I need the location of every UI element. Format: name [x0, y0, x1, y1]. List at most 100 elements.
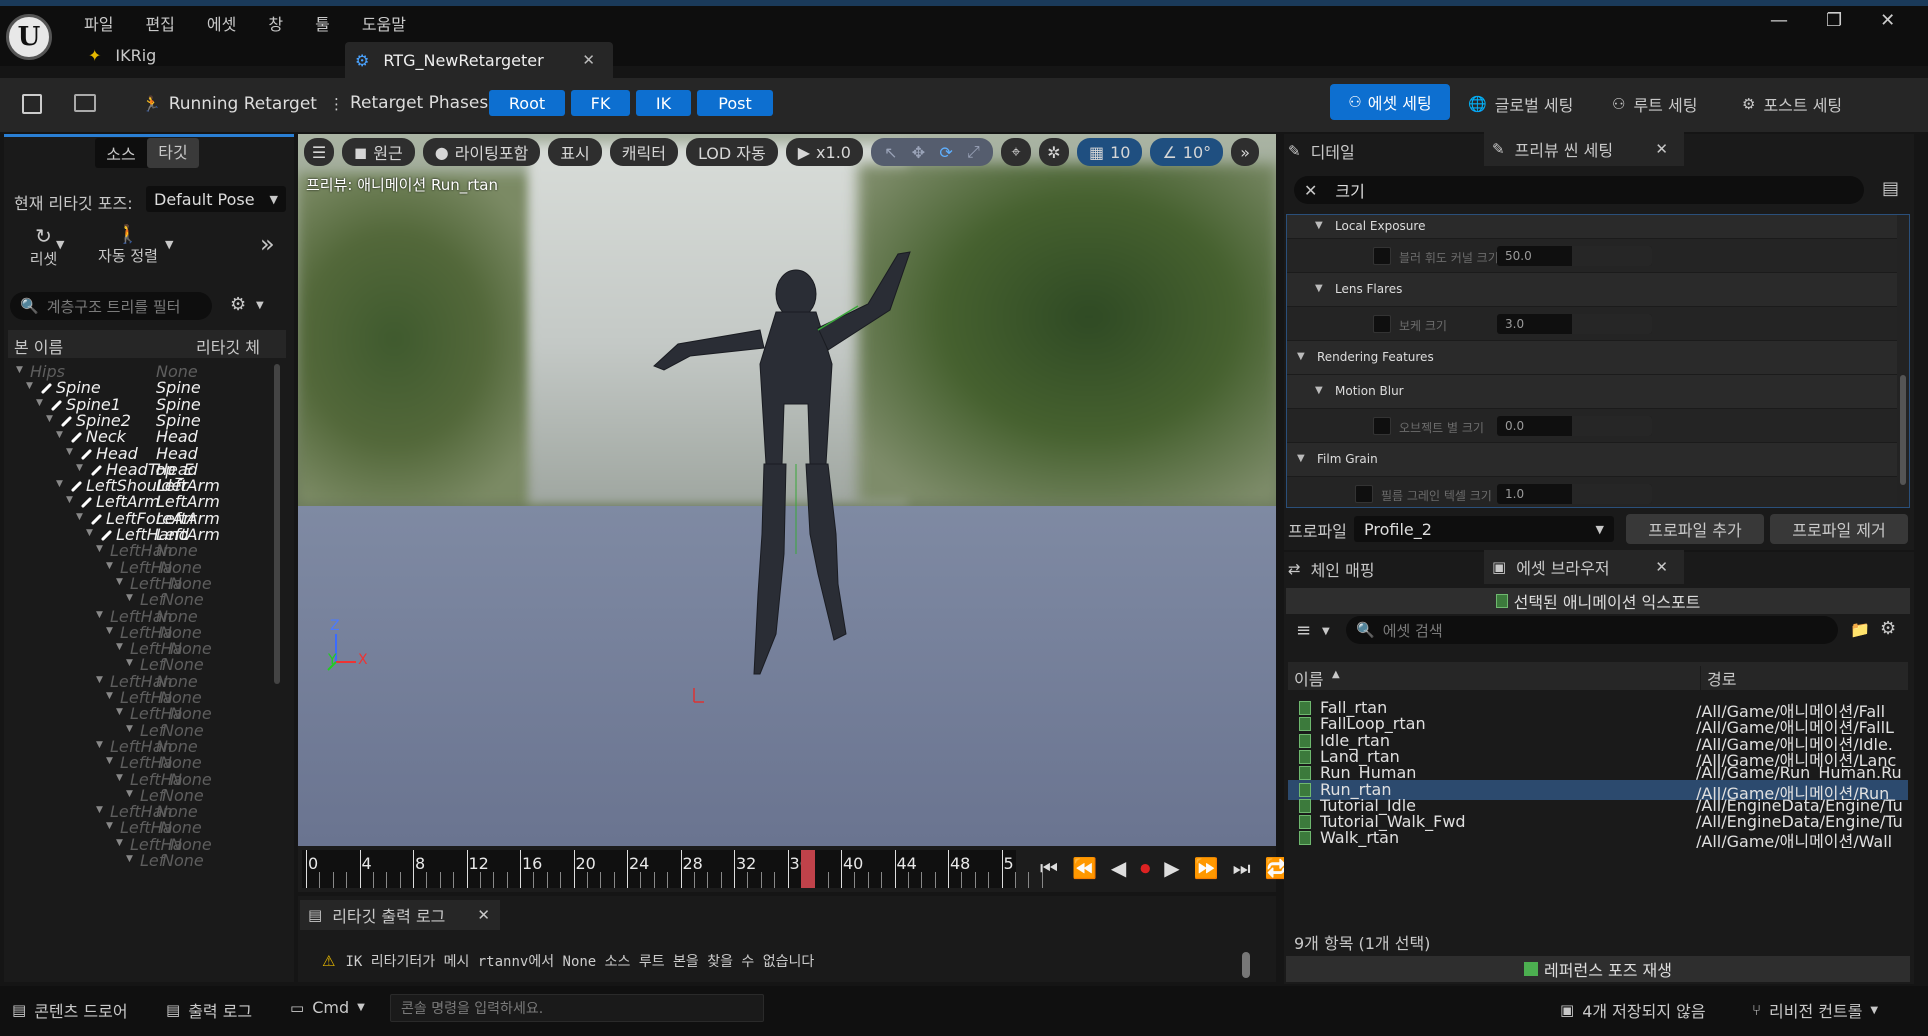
expand-arrow-icon[interactable]: ▼ — [116, 773, 123, 783]
timeline-ruler[interactable]: 0 4 8 12 16 20 24 28 32 36 40 44 48 5 — [302, 850, 1043, 888]
global-settings-button[interactable]: 🌐 글로벌 세팅 — [1468, 92, 1573, 116]
property-category[interactable]: ▼ Local Exposure — [1287, 215, 1897, 239]
close-asset-tab-icon[interactable]: ✕ — [1655, 558, 1668, 576]
character-button[interactable]: 캐릭터 — [609, 138, 678, 166]
category-expand-icon[interactable]: ▼ — [1297, 351, 1305, 362]
property-category[interactable]: ▼ Film Grain — [1287, 443, 1897, 477]
expand-arrow-icon[interactable]: ▼ — [96, 805, 103, 815]
expand-arrow-icon[interactable]: ▼ — [116, 577, 123, 587]
play-reverse-icon[interactable]: ◀ — [1111, 856, 1126, 880]
property-row[interactable]: 보케 크기 3.0 — [1287, 307, 1897, 341]
hierarchy-scrollbar[interactable] — [274, 364, 280, 684]
console-input[interactable]: 콘솔 명령을 입력하세요. — [390, 994, 764, 1022]
timeline-playhead[interactable] — [800, 850, 815, 888]
asset-settings-gear-icon[interactable]: ⚙ — [1880, 618, 1896, 639]
menu-window[interactable]: 창 — [268, 11, 283, 35]
expand-arrow-icon[interactable]: ▼ — [76, 512, 83, 522]
tab-ikrig[interactable]: ✦ IKRig — [88, 44, 156, 66]
viewport[interactable]: Z Y X 프리뷰: 애니메이션 Run_rtan — [298, 134, 1276, 846]
property-value-field[interactable]: 0.0 — [1497, 416, 1652, 436]
play-forward-icon[interactable]: ▶ — [1164, 856, 1179, 880]
retarget-pose-select[interactable]: Default Pose ▼ — [146, 186, 286, 212]
expand-arrow-icon[interactable]: ▼ — [126, 593, 133, 603]
viewport-menu-button[interactable]: ☰ — [304, 138, 334, 166]
lod-button[interactable]: LOD 자동 — [685, 138, 778, 166]
viewport-more-button[interactable]: » — [1231, 138, 1260, 166]
close-window-icon[interactable]: ✕ — [1880, 10, 1895, 31]
revision-control-button[interactable]: ⑂ 리비전 컨트롤 ▼ — [1752, 998, 1878, 1022]
property-value-field[interactable]: 3.0 — [1497, 314, 1652, 334]
category-expand-icon[interactable]: ▼ — [1315, 283, 1323, 294]
rotate-icon[interactable]: ⟳ — [939, 143, 952, 162]
hierarchy-search-input[interactable]: 🔍 계층구조 트리를 필터 — [10, 292, 212, 320]
tab-target[interactable]: 타깃 — [147, 138, 199, 168]
expand-arrow-icon[interactable]: ▼ — [106, 756, 113, 766]
expand-arrow-icon[interactable]: ▼ — [76, 463, 83, 473]
expand-arrow-icon[interactable]: ▼ — [106, 821, 113, 831]
unreal-logo[interactable]: U — [6, 14, 52, 60]
expand-arrow-icon[interactable]: ▼ — [126, 789, 133, 799]
clear-search-icon[interactable]: ✕ — [1304, 181, 1317, 200]
menu-file[interactable]: 파일 — [84, 11, 113, 35]
expand-arrow-icon[interactable]: ▼ — [56, 479, 63, 489]
gear-dropdown-icon[interactable]: ▼ — [256, 300, 264, 311]
browse-icon[interactable] — [74, 94, 96, 112]
reset-dropdown-icon[interactable]: ▼ — [56, 238, 64, 251]
menu-help[interactable]: 도움말 — [362, 11, 406, 35]
details-scrollbar[interactable] — [1900, 375, 1906, 485]
record-icon[interactable]: ⏺ — [1140, 856, 1150, 880]
phase-ik-button[interactable]: IK — [636, 90, 691, 116]
camera-focus-button[interactable]: ⌖ — [1000, 138, 1031, 166]
go-to-end-icon[interactable]: ⏭ — [1233, 856, 1251, 880]
bone-row[interactable]: ▼ Lef None — [8, 851, 274, 871]
remove-profile-button[interactable]: 프로파일 제거 — [1770, 514, 1908, 544]
category-expand-icon[interactable]: ▼ — [1315, 220, 1323, 231]
log-scrollbar[interactable] — [1242, 952, 1250, 978]
cmd-select[interactable]: ▭ Cmd ▼ — [290, 998, 365, 1017]
col-asset-path[interactable]: 경로 — [1700, 666, 1736, 690]
menu-edit[interactable]: 편집 — [145, 11, 174, 35]
expand-arrow-icon[interactable]: ▼ — [126, 724, 133, 734]
unsaved-button[interactable]: ▣ 4개 저장되지 않음 — [1560, 998, 1706, 1022]
phase-root-button[interactable]: Root — [489, 90, 565, 116]
property-value-field[interactable]: 1.0 — [1497, 484, 1652, 504]
menu-tools[interactable]: 툴 — [315, 11, 330, 35]
running-retarget-button[interactable]: 🏃 Running Retarget ⋮ — [142, 92, 344, 116]
root-settings-button[interactable]: ⚇ 루트 세팅 — [1612, 92, 1697, 116]
output-log-button[interactable]: ▤ 출력 로그 — [166, 998, 252, 1022]
filter-dropdown-icon[interactable]: ▼ — [1322, 626, 1330, 637]
close-tab-icon[interactable]: ✕ — [582, 51, 595, 69]
show-button[interactable]: 표시 — [548, 138, 602, 166]
perspective-button[interactable]: ◼ 원근 — [342, 138, 415, 166]
go-to-start-icon[interactable]: ⏮ — [1040, 856, 1058, 880]
expand-arrow-icon[interactable]: ▼ — [26, 381, 33, 391]
col-asset-name[interactable]: 이름 — [1294, 666, 1323, 690]
phase-fk-button[interactable]: FK — [571, 90, 630, 116]
grid-snap-button[interactable]: ▦ 10 — [1076, 138, 1143, 166]
expand-panel-icon[interactable]: » — [260, 230, 275, 258]
export-animation-button[interactable]: 선택된 애니메이션 익스포트 — [1286, 588, 1910, 614]
lighting-button[interactable]: ● 라이팅포함 — [422, 138, 541, 166]
property-override-checkbox[interactable] — [1373, 315, 1391, 333]
auto-align-button[interactable]: 🚶 자동 정렬 — [86, 224, 170, 268]
expand-arrow-icon[interactable]: ▼ — [116, 838, 123, 848]
expand-arrow-icon[interactable]: ▼ — [106, 561, 113, 571]
save-icon[interactable] — [22, 94, 42, 114]
property-override-checkbox[interactable] — [1355, 485, 1373, 503]
filter-icon[interactable]: ≡ — [1296, 620, 1311, 641]
col-retarget-chain[interactable]: 리타깃 체 — [196, 334, 260, 358]
minimize-icon[interactable]: — — [1770, 10, 1788, 31]
expand-arrow-icon[interactable]: ▼ — [106, 691, 113, 701]
expand-arrow-icon[interactable]: ▼ — [96, 610, 103, 620]
transform-tools[interactable]: ↖ ✥ ⟳ ⤢ — [870, 138, 993, 166]
step-back-icon[interactable]: ⏪ — [1072, 856, 1097, 880]
tab-details[interactable]: ✎ 디테일 — [1288, 136, 1488, 166]
step-forward-icon[interactable]: ⏩ — [1194, 856, 1219, 880]
tab-preview-scene[interactable]: ✎ 프리뷰 씬 세팅 ✕ — [1484, 132, 1684, 166]
close-log-tab-icon[interactable]: ✕ — [477, 906, 490, 924]
scale-icon[interactable]: ⤢ — [967, 142, 980, 162]
property-row[interactable]: 블러 휘도 커널 크기 퍼센트 50.0 — [1287, 239, 1897, 273]
property-override-checkbox[interactable] — [1373, 417, 1391, 435]
property-value-field[interactable]: 50.0 — [1497, 246, 1652, 266]
expand-arrow-icon[interactable]: ▼ — [126, 658, 133, 668]
